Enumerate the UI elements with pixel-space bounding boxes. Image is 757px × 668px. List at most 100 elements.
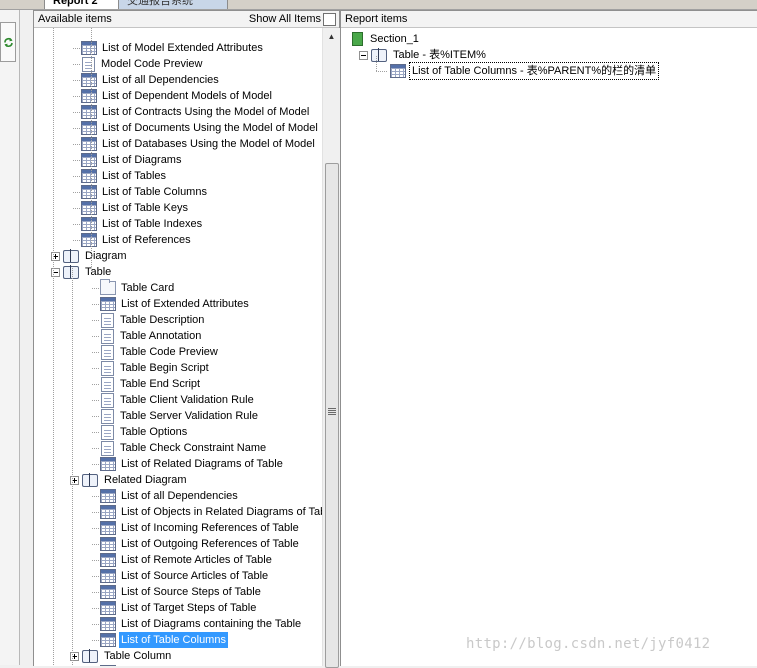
section-icon <box>352 32 363 46</box>
tree-connector <box>92 640 99 641</box>
tree-item[interactable]: List of Table Indexes <box>81 216 204 232</box>
tree-connector <box>92 400 99 401</box>
tree-item[interactable]: List of Table Columns <box>81 184 209 200</box>
tree-connector <box>73 80 80 81</box>
tree-connector <box>73 48 80 49</box>
show-all-items-label: Show All Items <box>248 13 321 25</box>
tree-item[interactable]: Model Code Preview <box>81 56 205 72</box>
tree-item[interactable]: Table Column <box>70 648 173 664</box>
document-icon <box>101 440 114 456</box>
tree-item[interactable]: List of Source Steps of Table <box>100 584 263 600</box>
document-icon <box>101 408 114 424</box>
document-icon <box>101 344 114 360</box>
tree-item[interactable]: List of Contracts Using the Model of Mod… <box>81 104 311 120</box>
report-items-pane: Report items Section_1 Table - 表%ITEM% Lis… <box>340 10 757 666</box>
show-all-items-checkbox[interactable] <box>323 13 336 26</box>
tree-connector <box>376 56 377 72</box>
tree-item[interactable]: Table Annotation <box>100 328 203 344</box>
tree-item[interactable]: List of References <box>81 232 193 248</box>
book-icon <box>81 473 99 487</box>
tree-item[interactable]: List of Objects in Related Diagrams of T… <box>100 504 322 520</box>
tree-item[interactable]: Table Check Constraint Name <box>100 440 268 456</box>
tree-item-label: Related Diagram <box>104 474 187 486</box>
tree-item-label: List of Table Keys <box>102 202 189 214</box>
tree-item-label: Table Card <box>121 282 175 294</box>
tree-item[interactable]: List of Extended Attributes <box>100 296 251 312</box>
tree-item[interactable]: Table Card <box>100 279 176 296</box>
tree-item-label: List of Source Steps of Table <box>121 586 261 598</box>
tree-item[interactable]: List of Diagrams <box>81 152 183 168</box>
tree-connector <box>73 144 80 145</box>
tree-item[interactable]: Table Begin Script <box>100 360 211 376</box>
document-icon <box>101 376 114 392</box>
tree-connector <box>92 496 99 497</box>
available-items-scrollbar[interactable]: ▲ <box>322 28 340 668</box>
tree-item[interactable]: Table Client Validation Rule <box>100 392 256 408</box>
list-icon <box>81 153 97 167</box>
tree-connector <box>92 368 99 369</box>
tree-item-label: Table Options <box>120 426 188 438</box>
report-tree-item[interactable]: Section_1 <box>350 31 421 47</box>
tree-item-label: List of References <box>102 234 191 246</box>
collapse-icon[interactable] <box>359 50 368 60</box>
tree-item[interactable]: List of Remote Articles of Table <box>100 552 274 568</box>
tree-item[interactable]: Table Description <box>100 312 206 328</box>
tree-item[interactable]: Related Diagram <box>70 472 189 488</box>
tree-item[interactable]: List of Dependent Models of Model <box>81 88 274 104</box>
tree-item[interactable]: List of Incoming References of Table <box>100 520 301 536</box>
tree-item-label: List of Related Diagrams of Table <box>121 458 283 470</box>
tree-item[interactable]: List of Databases Using the Model of Mod… <box>81 136 317 152</box>
tree-connector <box>72 268 73 666</box>
tree-item[interactable]: List of Table Keys <box>81 200 190 216</box>
tree-item-label: List of Diagrams containing the Table <box>121 618 302 630</box>
tree-item-label: Table Check Constraint Name <box>120 442 267 454</box>
tree-connector <box>92 416 99 417</box>
tree-connector <box>73 112 80 113</box>
scrollbar-thumb[interactable] <box>325 163 339 668</box>
tree-item[interactable]: Table End Script <box>100 376 202 392</box>
tree-item[interactable]: List of Table Columns <box>100 632 228 648</box>
tree-item[interactable]: Table <box>51 264 113 280</box>
tree-item[interactable]: List of Model Extended Attributes <box>81 40 265 56</box>
tree-connector <box>73 224 80 225</box>
tree-item[interactable]: Diagram <box>51 248 129 264</box>
tree-item-label: List of Outgoing References of Table <box>121 538 299 550</box>
tree-connector <box>92 464 99 465</box>
tree-item[interactable]: List of Documents Using the Model of Mod… <box>81 120 320 136</box>
scroll-up-arrow-icon[interactable]: ▲ <box>323 28 340 45</box>
tree-item[interactable]: List of Tables <box>81 168 168 184</box>
tree-item-label: Table Begin Script <box>120 362 209 374</box>
tree-item-label: List of Incoming References of Table <box>121 522 299 534</box>
scrollbar-grip-icon <box>328 408 336 415</box>
tree-connector <box>73 176 80 177</box>
tree-item-label: Table Annotation <box>120 330 202 342</box>
tree-item[interactable]: List of all Dependencies <box>81 72 221 88</box>
document-icon <box>101 328 114 344</box>
list-icon <box>81 217 97 231</box>
refresh-button[interactable] <box>0 22 16 62</box>
tree-item-label: List of Dependent Models of Model <box>102 90 272 102</box>
list-icon <box>100 665 116 666</box>
tree-item[interactable]: Table Options <box>100 424 189 440</box>
tree-item[interactable]: List of Table Indexes <box>100 664 223 666</box>
splitter-gap <box>20 10 32 665</box>
tree-item-label: List of Tables <box>102 170 167 182</box>
tree-item[interactable]: List of Diagrams containing the Table <box>100 616 303 632</box>
tree-item[interactable]: Table Server Validation Rule <box>100 408 260 424</box>
tree-item[interactable]: List of Related Diagrams of Table <box>100 456 285 472</box>
list-icon <box>100 553 116 567</box>
list-icon <box>81 89 97 103</box>
tree-item[interactable]: List of Outgoing References of Table <box>100 536 301 552</box>
tree-item[interactable]: List of Target Steps of Table <box>100 600 258 616</box>
book-icon <box>62 265 80 279</box>
tree-item[interactable]: List of all Dependencies <box>100 488 240 504</box>
tree-connector <box>53 28 54 666</box>
tree-item[interactable]: Table Code Preview <box>100 344 220 360</box>
report-tree-item[interactable]: Table - 表%ITEM% <box>359 47 488 63</box>
list-icon <box>100 633 116 647</box>
report-tree-item[interactable]: List of Table Columns - 表%PARENT%的栏的清单 <box>390 62 660 80</box>
tree-item[interactable]: List of Source Articles of Table <box>100 568 270 584</box>
list-icon <box>81 201 97 215</box>
tree-connector <box>73 64 80 65</box>
tab-traffic-report-system[interactable]: 交通报告系统 <box>118 0 228 9</box>
